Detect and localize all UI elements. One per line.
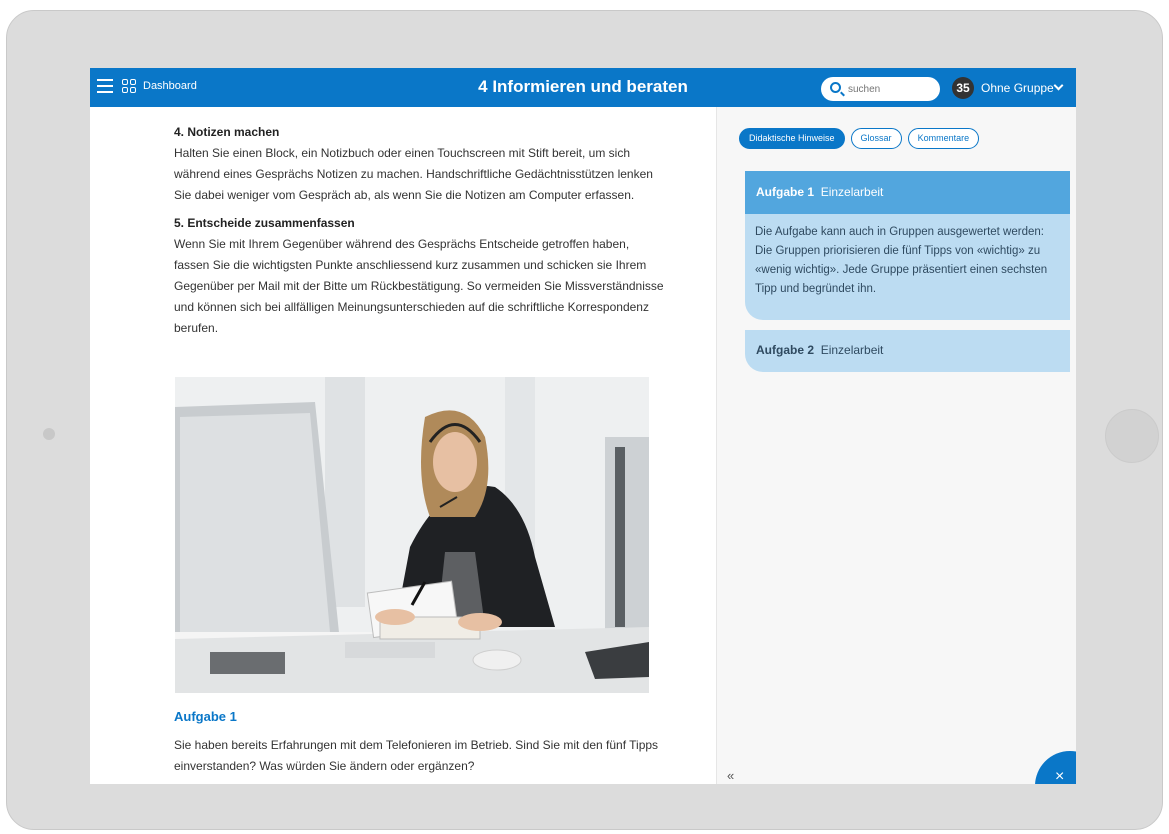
tab-kommentare[interactable]: Kommentare xyxy=(907,128,980,149)
side-tabs: Didaktische Hinweise Glossar Kommentare xyxy=(739,128,980,149)
photo-illustration xyxy=(175,377,649,693)
search-input[interactable] xyxy=(848,81,933,97)
task-note-card-2[interactable]: Aufgabe 2 Einzelarbeit xyxy=(745,330,1070,372)
search-icon[interactable] xyxy=(830,82,841,93)
tab-didaktische-hinweise[interactable]: Didaktische Hinweise xyxy=(739,128,845,149)
collapse-panel-icon[interactable]: « xyxy=(727,768,734,783)
close-icon: × xyxy=(1055,768,1065,784)
section-text-notizen: Halten Sie einen Block, ein Notizbuch od… xyxy=(174,146,653,202)
section-text-entscheide: Wenn Sie mit Ihrem Gegenüber während des… xyxy=(174,237,664,335)
group-selector[interactable]: Ohne Gruppe xyxy=(981,81,1054,95)
task-heading: Aufgabe 1 xyxy=(174,709,237,724)
side-panel: Didaktische Hinweise Glossar Kommentare … xyxy=(716,107,1076,784)
group-count-badge: 35 xyxy=(952,77,974,99)
search-box[interactable] xyxy=(821,77,940,101)
task-note-label-1: Aufgabe 1 xyxy=(756,185,815,199)
section-heading-entscheide: 5. Entscheide zusammenfassen xyxy=(174,216,355,230)
home-button[interactable] xyxy=(1105,409,1159,463)
camera-dot xyxy=(43,428,55,440)
task-note-label-2: Aufgabe 2 xyxy=(756,343,815,357)
task-note-card-1[interactable]: Aufgabe 1 Einzelarbeit Die Aufgabe kann … xyxy=(745,171,1070,320)
task-note-text-1: Die Aufgabe kann auch in Gruppen ausgewe… xyxy=(755,226,1048,295)
article-text: 4. Notizen machen Halten Sie einen Block… xyxy=(174,122,664,346)
tab-glossar[interactable]: Glossar xyxy=(850,128,902,149)
app-screen: Dashboard 4 Informieren und beraten 35 O… xyxy=(90,68,1076,784)
top-bar: Dashboard 4 Informieren und beraten 35 O… xyxy=(90,68,1076,107)
close-button[interactable]: × xyxy=(1035,751,1076,784)
section-heading-notizen: 4. Notizen machen xyxy=(174,125,280,139)
task-note-header-1: Aufgabe 1 Einzelarbeit xyxy=(745,171,1070,214)
task-note-type-1: Einzelarbeit xyxy=(820,185,884,199)
task-note-type-2: Einzelarbeit xyxy=(820,343,884,357)
task-text: Sie haben bereits Erfahrungen mit dem Te… xyxy=(174,738,659,773)
main-content: 4. Notizen machen Halten Sie einen Block… xyxy=(90,107,716,784)
office-photo xyxy=(175,377,649,693)
